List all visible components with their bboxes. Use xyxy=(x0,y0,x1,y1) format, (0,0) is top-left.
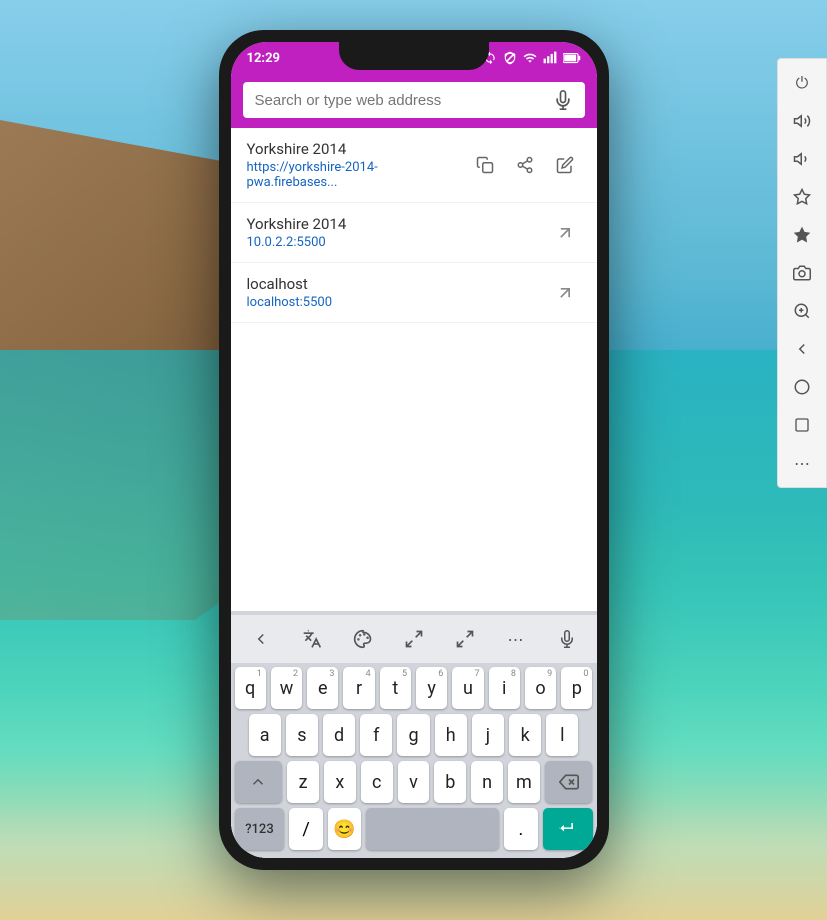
address-bar-container xyxy=(231,74,597,128)
phone-frame: 12:29 xyxy=(219,30,609,870)
mic-icon[interactable] xyxy=(553,90,573,110)
home-nav-button[interactable] xyxy=(784,369,820,405)
key-p[interactable]: 0p xyxy=(561,667,592,709)
keyboard: ⋯ 1q 2w 3e 4r 5t 6y 7u 8i 9o 0p xyxy=(231,611,597,858)
key-h[interactable]: h xyxy=(435,714,467,756)
phone-content: Yorkshire 2014 https://yorkshire-2014-pw… xyxy=(231,74,597,858)
slash-key[interactable]: / xyxy=(289,808,322,850)
share-button-1[interactable] xyxy=(509,149,541,181)
volume-up-button[interactable] xyxy=(784,103,820,139)
zoom-button[interactable] xyxy=(784,293,820,329)
toolbar-back-button[interactable] xyxy=(243,621,279,657)
key-s[interactable]: s xyxy=(286,714,318,756)
result-url-1: https://yorkshire-2014-pwa.firebases... xyxy=(247,160,469,190)
result-url-3: localhost:5500 xyxy=(247,295,549,310)
toolbar-translate-button[interactable] xyxy=(294,621,330,657)
key-o[interactable]: 9o xyxy=(525,667,556,709)
toolbar-resize-button[interactable] xyxy=(396,621,432,657)
phone-screen: 12:29 xyxy=(231,42,597,858)
toolbar-mic-button[interactable] xyxy=(549,621,585,657)
key-r[interactable]: 4r xyxy=(343,667,374,709)
key-v[interactable]: v xyxy=(398,761,430,803)
wifi-icon xyxy=(523,51,537,65)
result-content-2: Yorkshire 2014 10.0.2.2:5500 xyxy=(247,215,549,250)
keyboard-row-2: a s d f g h j k l xyxy=(231,714,597,756)
power-button[interactable]: ⏻ xyxy=(784,65,820,101)
edit-button-1[interactable] xyxy=(549,149,581,181)
toolbar-expand-button[interactable] xyxy=(447,621,483,657)
result-item-3[interactable]: localhost localhost:5500 xyxy=(231,263,597,323)
result-item-2[interactable]: Yorkshire 2014 10.0.2.2:5500 xyxy=(231,203,597,263)
keyboard-row-3: z x c v b n m xyxy=(231,761,597,803)
shift-key[interactable] xyxy=(235,761,283,803)
enter-icon xyxy=(558,819,578,839)
key-b[interactable]: b xyxy=(434,761,466,803)
key-w[interactable]: 2w xyxy=(271,667,302,709)
key-d[interactable]: d xyxy=(323,714,355,756)
toolbar-palette-button[interactable] xyxy=(345,621,381,657)
toolbar-more-button[interactable]: ⋯ xyxy=(498,621,534,657)
battery-icon xyxy=(563,52,581,64)
camera-button[interactable] xyxy=(784,255,820,291)
address-bar[interactable] xyxy=(243,82,585,118)
key-q[interactable]: 1q xyxy=(235,667,266,709)
key-e[interactable]: 3e xyxy=(307,667,338,709)
enter-key[interactable] xyxy=(543,808,593,850)
key-t[interactable]: 5t xyxy=(380,667,411,709)
key-i[interactable]: 8i xyxy=(489,667,520,709)
side-panel: ⏻ ⋯ xyxy=(777,58,827,488)
result-title-1: Yorkshire 2014 xyxy=(247,140,469,158)
key-x[interactable]: x xyxy=(324,761,356,803)
copy-button-1[interactable] xyxy=(469,149,501,181)
key-g[interactable]: g xyxy=(397,714,429,756)
erase2-button[interactable] xyxy=(784,217,820,253)
phone-notch xyxy=(339,42,489,70)
backspace-icon xyxy=(559,772,579,792)
keyboard-row-1: 1q 2w 3e 4r 5t 6y 7u 8i 9o 0p xyxy=(231,667,597,709)
back-nav-button[interactable] xyxy=(784,331,820,367)
recent-nav-button[interactable] xyxy=(784,407,820,443)
key-k[interactable]: k xyxy=(509,714,541,756)
erase-button[interactable] xyxy=(784,179,820,215)
result-content-1: Yorkshire 2014 https://yorkshire-2014-pw… xyxy=(247,140,469,190)
key-m[interactable]: m xyxy=(508,761,540,803)
result-item-1[interactable]: Yorkshire 2014 https://yorkshire-2014-pw… xyxy=(231,128,597,203)
space-key[interactable] xyxy=(366,808,499,850)
key-f[interactable]: f xyxy=(360,714,392,756)
key-j[interactable]: j xyxy=(472,714,504,756)
status-time: 12:29 xyxy=(247,51,281,66)
signal-icon xyxy=(543,51,557,65)
key-z[interactable]: z xyxy=(287,761,319,803)
navigate-button-3[interactable] xyxy=(549,277,581,309)
volume-down-button[interactable] xyxy=(784,141,820,177)
backspace-key[interactable] xyxy=(545,761,593,803)
navigate-button-2[interactable] xyxy=(549,217,581,249)
key-a[interactable]: a xyxy=(249,714,281,756)
key-l[interactable]: l xyxy=(546,714,578,756)
key-n[interactable]: n xyxy=(471,761,503,803)
key-c[interactable]: c xyxy=(361,761,393,803)
result-title-2: Yorkshire 2014 xyxy=(247,215,549,233)
address-input[interactable] xyxy=(255,92,545,109)
symbols-key[interactable]: ?123 xyxy=(235,808,285,850)
more-panel-button[interactable]: ⋯ xyxy=(784,445,820,481)
key-u[interactable]: 7u xyxy=(452,667,483,709)
keyboard-bottom-row: ?123 / 😊 . xyxy=(231,808,597,850)
period-key[interactable]: . xyxy=(504,808,537,850)
vpn-icon xyxy=(503,51,517,65)
status-icons xyxy=(483,51,581,65)
key-y[interactable]: 6y xyxy=(416,667,447,709)
emoji-key[interactable]: 😊 xyxy=(328,808,361,850)
shift-icon xyxy=(249,773,267,791)
result-actions-1 xyxy=(469,149,581,181)
keyboard-toolbar: ⋯ xyxy=(231,615,597,663)
empty-results-space xyxy=(231,323,597,443)
result-url-2: 10.0.2.2:5500 xyxy=(247,235,549,250)
result-content-3: localhost localhost:5500 xyxy=(247,275,549,310)
result-title-3: localhost xyxy=(247,275,549,293)
